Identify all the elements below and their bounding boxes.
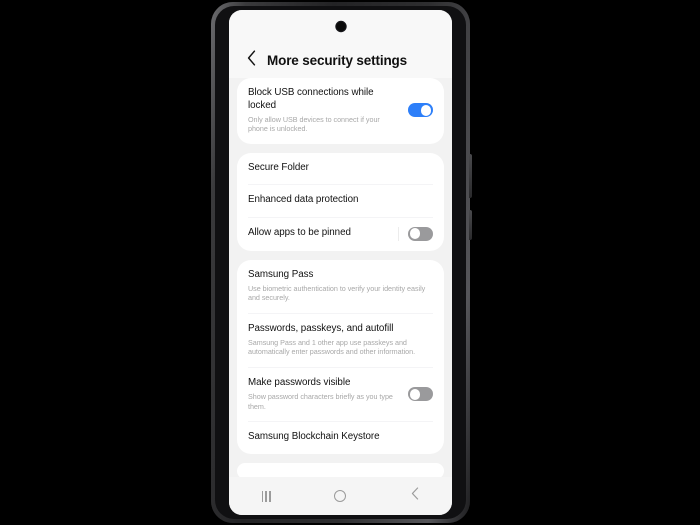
toggle-allow-apps-to-be-pinned[interactable] <box>408 226 433 241</box>
toggle-knob <box>420 104 432 116</box>
system-navigation-bar <box>229 477 452 515</box>
home-circle-icon <box>334 490 347 502</box>
row-text: Secure Folder <box>248 162 433 175</box>
row-passwords-passkeys-autofill[interactable]: Passwords, passkeys, and autofill Samsun… <box>237 314 444 367</box>
row-samsung-pass[interactable]: Samsung Pass Use biometric authenticatio… <box>237 260 444 313</box>
volume-rocker-button[interactable] <box>469 154 472 198</box>
folder-section-card: Secure Folder Enhanced data protection A… <box>237 152 444 251</box>
toggle-block-usb-connections[interactable] <box>408 103 433 118</box>
row-title: Passwords, passkeys, and autofill <box>248 322 394 334</box>
row-text: Enhanced data protection <box>248 194 433 207</box>
recents-button[interactable] <box>229 477 303 515</box>
row-enhanced-data-protection[interactable]: Enhanced data protection <box>237 185 444 217</box>
toggle-container <box>399 387 433 402</box>
row-text: Samsung Pass Use biometric authenticatio… <box>248 269 433 303</box>
page-title: More security settings <box>267 52 407 68</box>
row-title: Samsung Pass <box>248 268 314 280</box>
passwords-section-card: Samsung Pass Use biometric authenticatio… <box>237 259 444 454</box>
phone-screen: More security settings Block USB connect… <box>229 10 452 515</box>
row-subtitle: Use biometric authentication to verify y… <box>248 283 426 303</box>
row-allow-apps-to-be-pinned[interactable]: Allow apps to be pinned <box>237 218 444 251</box>
recents-icon <box>261 490 271 502</box>
row-secure-folder[interactable]: Secure Folder <box>237 153 444 185</box>
toggle-make-passwords-visible[interactable] <box>408 387 433 402</box>
back-button[interactable] <box>378 477 452 515</box>
row-title: Block USB connections while locked <box>248 87 374 111</box>
toggle-knob <box>409 228 421 240</box>
row-text: Samsung Blockchain Keystore <box>248 431 433 444</box>
row-title: Secure Folder <box>248 161 309 173</box>
settings-list[interactable]: Block USB connections while locked Only … <box>229 78 452 479</box>
row-subtitle: Samsung Pass and 1 other app use passkey… <box>248 337 416 357</box>
row-subtitle: Only allow USB devices to connect if you… <box>248 114 380 134</box>
phone-device: More security settings Block USB connect… <box>211 2 472 523</box>
row-text: Passwords, passkeys, and autofill Samsun… <box>248 323 433 357</box>
row-text: Make passwords visible Show password cha… <box>248 377 396 411</box>
row-title: Samsung Blockchain Keystore <box>248 431 380 443</box>
row-block-usb-connections[interactable]: Block USB connections while locked Only … <box>237 78 444 144</box>
power-button[interactable] <box>469 210 472 240</box>
row-samsung-blockchain-keystore[interactable]: Samsung Blockchain Keystore <box>237 422 444 454</box>
row-title: Allow apps to be pinned <box>248 227 351 239</box>
chevron-left-icon[interactable] <box>243 47 260 69</box>
toggle-container <box>399 103 433 118</box>
toggle-container <box>398 226 433 241</box>
home-button[interactable] <box>303 477 377 515</box>
row-text: Block USB connections while locked Only … <box>248 87 396 134</box>
row-text: Allow apps to be pinned <box>248 227 395 240</box>
back-chevron-icon <box>411 487 419 505</box>
row-subtitle: Show password characters briefly as you … <box>248 392 393 411</box>
row-title: Make passwords visible <box>248 377 351 389</box>
app-bar: More security settings <box>229 10 452 78</box>
front-camera-punch-hole-icon <box>336 22 345 31</box>
toggle-knob <box>409 388 421 400</box>
row-title: Enhanced data protection <box>248 194 359 206</box>
row-make-passwords-visible[interactable]: Make passwords visible Show password cha… <box>237 368 444 421</box>
usb-section-card: Block USB connections while locked Only … <box>237 78 444 144</box>
